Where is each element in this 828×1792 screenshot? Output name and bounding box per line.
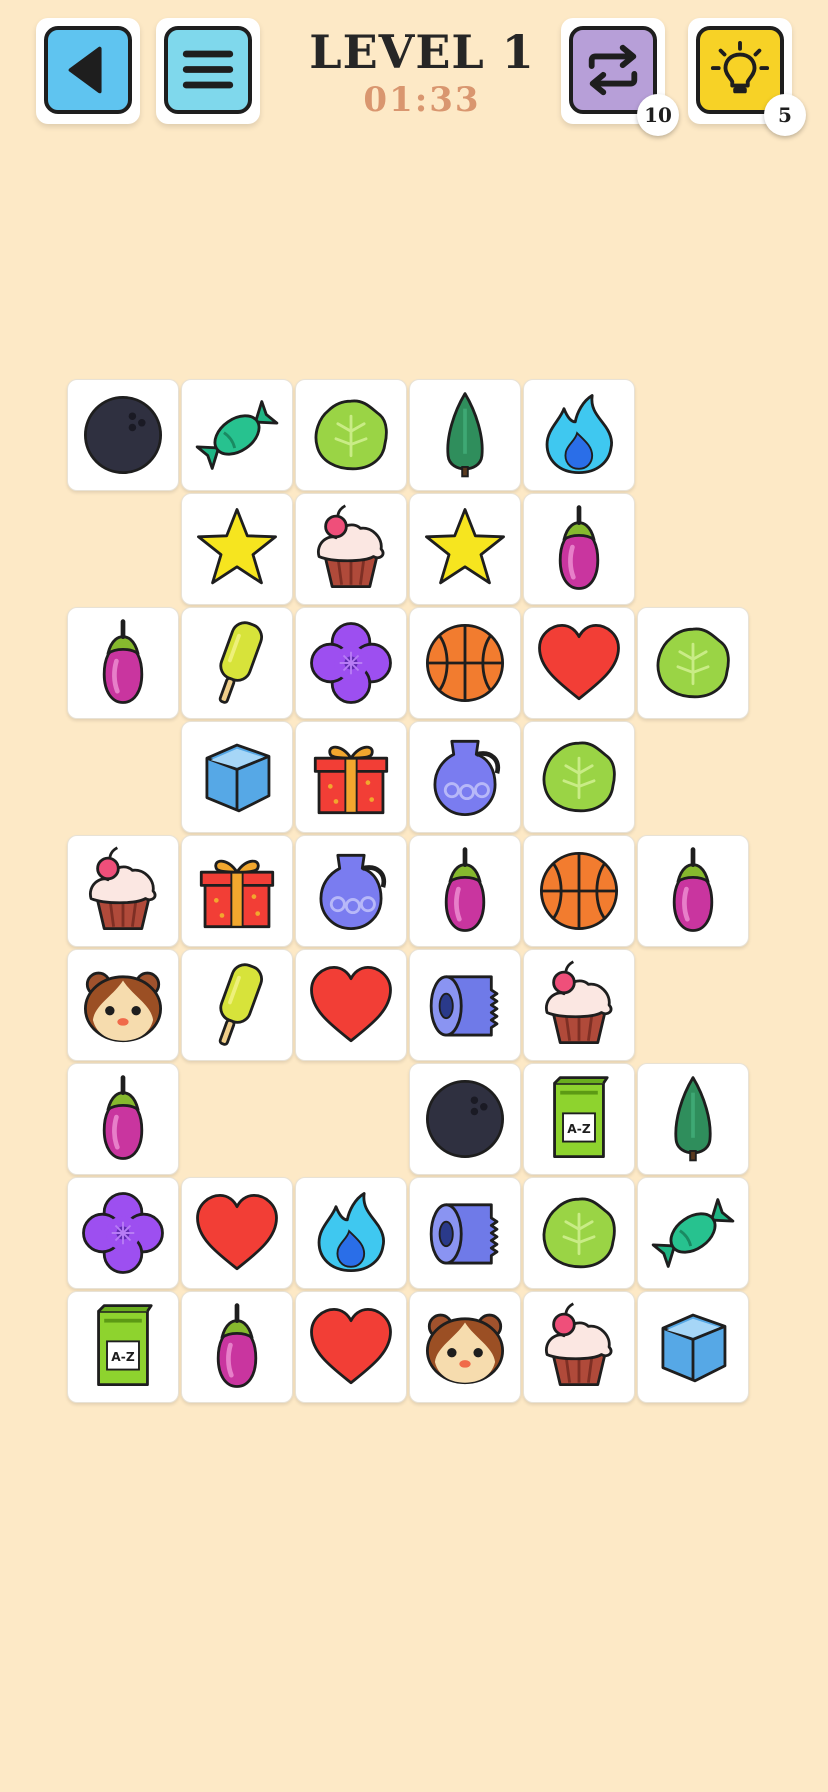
star-icon	[425, 508, 505, 585]
hamster-icon	[425, 1313, 505, 1385]
tile-toilet-paper[interactable]	[409, 1177, 521, 1289]
tile-candy[interactable]	[181, 379, 293, 491]
hamster-icon	[83, 971, 163, 1043]
basketball-icon	[425, 623, 505, 703]
tile-basketball[interactable]	[409, 607, 521, 719]
tile-gift[interactable]	[181, 835, 293, 947]
tile-flame[interactable]	[523, 379, 635, 491]
tile-popsicle[interactable]	[181, 949, 293, 1061]
toilet-paper-icon	[429, 975, 499, 1037]
tile-star[interactable]	[409, 493, 521, 605]
cabbage-icon	[314, 399, 388, 471]
eggplant-icon	[672, 847, 714, 932]
cupcake-icon	[316, 504, 385, 589]
tile-eggplant[interactable]	[181, 1291, 293, 1403]
tree-icon	[446, 392, 484, 478]
tile-basketball[interactable]	[523, 835, 635, 947]
eggplant-icon	[102, 619, 144, 704]
tile-eggplant[interactable]	[67, 607, 179, 719]
heart-icon	[310, 1307, 392, 1385]
tile-cupcake[interactable]	[295, 493, 407, 605]
tile-bowling-ball[interactable]	[67, 379, 179, 491]
gift-icon	[199, 859, 275, 929]
tile-eggplant[interactable]	[523, 493, 635, 605]
tile-cabbage[interactable]	[523, 1177, 635, 1289]
tile-tree[interactable]	[637, 1063, 749, 1175]
tile-cabbage[interactable]	[637, 607, 749, 719]
popsicle-icon	[218, 963, 263, 1046]
ice-cube-icon	[661, 1313, 727, 1383]
tile-tree[interactable]	[409, 379, 521, 491]
tile-book[interactable]: A-Z	[67, 1291, 179, 1403]
cabbage-icon	[542, 741, 616, 813]
heart-icon	[538, 623, 620, 701]
tile-board: A-Z A-Z	[0, 0, 828, 1792]
tile-heart[interactable]	[295, 949, 407, 1061]
tile-ice-cube[interactable]	[181, 721, 293, 833]
gift-icon	[313, 745, 389, 815]
tile-heart[interactable]	[181, 1177, 293, 1289]
tile-bowling-ball[interactable]	[409, 1063, 521, 1175]
tile-flower[interactable]	[295, 607, 407, 719]
toilet-paper-icon	[429, 1203, 499, 1265]
tile-hamster[interactable]	[409, 1291, 521, 1403]
star-icon	[197, 508, 277, 585]
tile-candy[interactable]	[637, 1177, 749, 1289]
tile-eggplant[interactable]	[637, 835, 749, 947]
cupcake-icon	[544, 1302, 613, 1387]
book-label: A-Z	[111, 1350, 135, 1364]
tree-icon	[674, 1076, 712, 1162]
popsicle-icon	[218, 621, 263, 704]
bowling-ball-icon	[83, 395, 163, 475]
tile-eggplant[interactable]	[67, 1063, 179, 1175]
tile-flame[interactable]	[295, 1177, 407, 1289]
tile-gift[interactable]	[295, 721, 407, 833]
tile-hamster[interactable]	[67, 949, 179, 1061]
tile-cupcake[interactable]	[523, 949, 635, 1061]
tile-star[interactable]	[181, 493, 293, 605]
cupcake-icon	[88, 846, 157, 931]
tile-eggplant[interactable]	[409, 835, 521, 947]
eggplant-icon	[444, 847, 486, 932]
tile-jug[interactable]	[409, 721, 521, 833]
cupcake-icon	[544, 960, 613, 1045]
jug-icon	[319, 853, 387, 931]
flower-icon	[310, 622, 392, 704]
tile-jug[interactable]	[295, 835, 407, 947]
book-icon: A-Z	[97, 1304, 153, 1387]
tile-cabbage[interactable]	[295, 379, 407, 491]
basketball-icon	[539, 851, 619, 931]
book-label: A-Z	[567, 1122, 591, 1136]
tile-book[interactable]: A-Z	[523, 1063, 635, 1175]
flame-icon	[317, 1192, 386, 1273]
tile-popsicle[interactable]	[181, 607, 293, 719]
heart-icon	[310, 965, 392, 1043]
jug-icon	[433, 739, 501, 817]
tile-toilet-paper[interactable]	[409, 949, 521, 1061]
tile-cupcake[interactable]	[523, 1291, 635, 1403]
flower-icon	[82, 1192, 164, 1274]
cabbage-icon	[656, 627, 730, 699]
candy-icon	[195, 400, 279, 470]
tile-flower[interactable]	[67, 1177, 179, 1289]
tile-cupcake[interactable]	[67, 835, 179, 947]
candy-icon	[651, 1198, 735, 1268]
eggplant-icon	[558, 505, 600, 590]
tile-heart[interactable]	[523, 607, 635, 719]
eggplant-icon	[216, 1303, 258, 1388]
cabbage-icon	[542, 1197, 616, 1269]
bowling-ball-icon	[425, 1079, 505, 1159]
book-icon: A-Z	[553, 1076, 609, 1159]
heart-icon	[196, 1193, 278, 1271]
tile-heart[interactable]	[295, 1291, 407, 1403]
flame-icon	[545, 394, 614, 475]
tile-cabbage[interactable]	[523, 721, 635, 833]
tile-ice-cube[interactable]	[637, 1291, 749, 1403]
ice-cube-icon	[205, 743, 271, 813]
eggplant-icon	[102, 1075, 144, 1160]
